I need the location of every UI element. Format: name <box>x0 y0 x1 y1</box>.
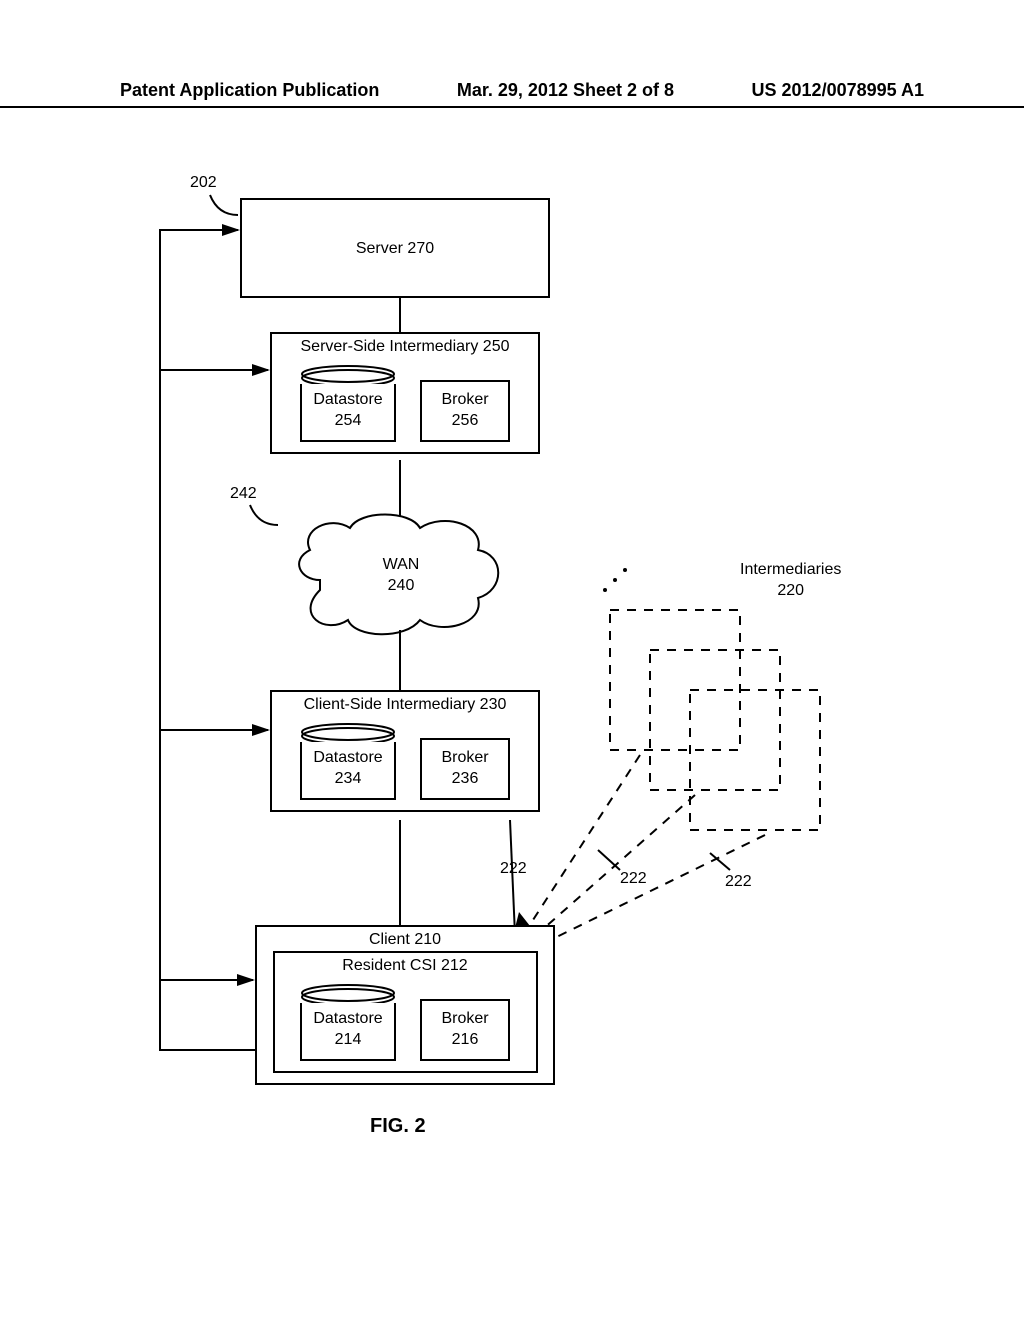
diagram-area: WAN 240 Server 270 Server-Side Intermedi… <box>120 160 900 1180</box>
database-icon <box>300 722 396 742</box>
header-center: Mar. 29, 2012 Sheet 2 of 8 <box>457 80 674 101</box>
csi-datastore-label: Datastore 234 <box>300 742 396 800</box>
csi-title: Client-Side Intermediary 230 <box>272 692 538 716</box>
ssi-title: Server-Side Intermediary 250 <box>272 334 538 358</box>
server-box: Server 270 <box>240 198 550 298</box>
client-broker: Broker 216 <box>420 999 510 1061</box>
ref-242: 242 <box>230 485 257 503</box>
database-icon <box>300 364 396 384</box>
csi-box: Client-Side Intermediary 230 Datastore 2… <box>270 690 540 812</box>
wan-label: WAN 240 <box>366 555 436 597</box>
ssi-box: Server-Side Intermediary 250 Datastore 2… <box>270 332 540 454</box>
csi-broker: Broker 236 <box>420 738 510 800</box>
figure-caption: FIG. 2 <box>370 1115 426 1138</box>
intermediaries-stack <box>610 610 820 830</box>
client-datastore: Datastore 214 <box>300 983 396 1061</box>
ssi-datastore-label: Datastore 254 <box>300 384 396 442</box>
ref-202: 202 <box>190 174 217 192</box>
ssi-datastore: Datastore 254 <box>300 364 396 442</box>
server-title: Server 270 <box>242 236 548 260</box>
client-box: Client 210 Resident CSI 212 Datastore 21… <box>255 925 555 1085</box>
resident-csi-title: Resident CSI 212 <box>275 953 536 977</box>
csi-datastore: Datastore 234 <box>300 722 396 800</box>
header-left: Patent Application Publication <box>120 80 379 101</box>
intermediaries-label: Intermediaries 220 <box>740 560 841 602</box>
ref-222-b: 222 <box>620 870 647 888</box>
resident-csi-box: Resident CSI 212 Datastore 214 Broker 21… <box>273 951 538 1073</box>
client-datastore-label: Datastore 214 <box>300 1003 396 1061</box>
client-title: Client 210 <box>257 927 553 951</box>
ssi-broker: Broker 256 <box>420 380 510 442</box>
header-right: US 2012/0078995 A1 <box>752 80 924 101</box>
database-icon <box>300 983 396 1003</box>
page-header: Patent Application Publication Mar. 29, … <box>0 80 1024 108</box>
ref-222-c: 222 <box>725 873 752 891</box>
ref-222-a: 222 <box>500 860 527 878</box>
